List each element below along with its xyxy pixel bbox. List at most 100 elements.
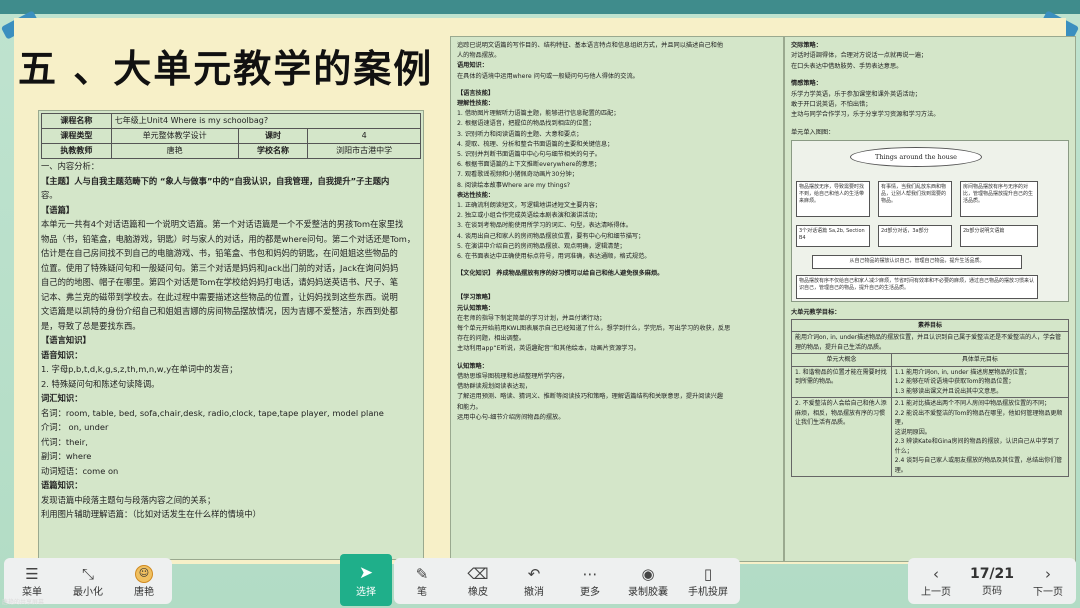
diagram-node: 物品摆放无序，导致需要时找不到，给自己和他人的生活带来麻烦。	[796, 181, 870, 218]
table-cell: 浏阳市古港中学	[307, 143, 421, 159]
table-row: 课程类型 单元整体教学设计 课时 4	[41, 128, 421, 144]
text-line: 6. 在书面表达中正确使用标点符号，用词准确，表达通顺，格式规范。	[457, 253, 651, 261]
table-cell: 课程名称	[41, 113, 112, 129]
text-line: 4. 提取、梳理、分析和整合书面语篇的主要和关键信息；	[457, 140, 614, 148]
text-line: 估计是在自己房间找不到自己的电脑游戏、书，铅笔盒、书包和妈妈的钥匙，在问姐姐这些…	[41, 248, 398, 258]
table-cell: 课程类型	[41, 128, 112, 144]
user-button[interactable]: ☺ 唐艳	[116, 558, 172, 604]
text-line: 词汇知识：	[41, 393, 83, 403]
table-cell: 单元整体教学设计	[110, 128, 239, 144]
table-cell: 七年级上Unit4 Where is my schoolbag?	[110, 113, 422, 129]
phone-cast-button[interactable]: ▯ 手机投屏	[678, 558, 738, 604]
text-line: 8. 阅读绘本故事Where are my things?	[457, 181, 571, 189]
undo-button[interactable]: ↶ 撤消	[506, 558, 562, 604]
minimize-button[interactable]: ⤡ 最小化	[60, 558, 116, 604]
text-line	[457, 279, 777, 286]
text-line: 运用中心句-细节介绍房间物品的摆放。	[457, 413, 565, 421]
prev-page-button[interactable]: ‹ 上一页	[908, 558, 964, 604]
table-cell: 课时	[237, 128, 309, 144]
text-line: 认知策略：	[457, 362, 488, 370]
text-line: 名词：room, table, bed, sofa,chair,desk, ra…	[41, 407, 384, 418]
table-cell: 学校名称	[237, 143, 309, 159]
bottom-toolbar: ☰ 菜单 ⤡ 最小化 ☺ 唐艳 ➤ 选择 ✎ 笔 ⌫ 橡皮 ↶ 撤消 ⋯ 更多	[0, 552, 1080, 608]
text-line: 【语言技能】	[457, 89, 495, 97]
strategy-text: 交际策略： 对话时语調得体，合理对方说话一点就再说一遍； 在口头表达中借助肢势、手势…	[791, 41, 1069, 138]
avatar: ☺	[135, 564, 153, 583]
text-line: 利用图片辅助理解语篇：（比如对话发生在什么样的情境中）	[41, 509, 261, 519]
table-cell: 具体单元目标	[890, 353, 1070, 367]
text-line: 乐学力学英语，乐于参加课堂和课外英语活动；	[791, 90, 921, 98]
text-line	[457, 82, 777, 89]
table-row: 课程名称 七年级上Unit4 Where is my schoolbag?	[41, 113, 422, 129]
text-line: 存在的问题，相出调整。	[457, 335, 526, 343]
table-cell: 4	[307, 128, 421, 144]
more-button[interactable]: ⋯ 更多	[562, 558, 618, 604]
goal-item: 2.2 能说出不爱整洁的Tom的物品在哪里，他如何管理物品更顺理，	[894, 409, 1063, 427]
table-cell: 素养目标	[791, 318, 1069, 333]
table-row: 素养目标	[791, 318, 1069, 333]
text-line: 1. 字母p,b,t,d,k,g,s,z,th,m,n,w,y在单词中的发音；	[41, 364, 238, 374]
eraser-tool-button[interactable]: ⌫ 橡皮	[450, 558, 506, 604]
text-line: 5. 在演讲中介绍自己的房间物品摆放、观点明确，逻辑清楚；	[457, 242, 626, 250]
record-icon: ◉	[641, 564, 655, 583]
text-line: 了解运用预测、略读、猜词义、推断等阅读技巧和策略，理解语篇结构和关联意思，提升阅…	[457, 393, 724, 401]
table-cell: 2.1 能对比描述出两个不同人房间中物品摆放位置的不同； 2.2 能说出不爱整洁…	[890, 397, 1070, 478]
text-line	[791, 72, 1069, 79]
goal-item: 2.3 辨读Kate和Gina房间的物品的摆放，认识自己从中学到了什么；	[894, 438, 1060, 455]
text-line: 在口头表达中借助肢势、手势表达意思。	[791, 62, 903, 70]
undo-icon: ↶	[527, 564, 541, 583]
unit-concept-diagram: Things around the house 物品摆放无序，导致需要时找不到，…	[791, 140, 1069, 303]
pen-tool-button[interactable]: ✎ 笔	[394, 558, 450, 604]
page-indicator[interactable]: 17/21 页码	[964, 558, 1020, 604]
text-line: 借助思维导图梳理和总结整理所学内容，	[457, 372, 569, 380]
text-line: 和能力。	[457, 403, 482, 411]
text-line: 2. 特殊疑问句和陈述句读降调。	[41, 378, 160, 389]
language-skills-text: 追踪已说明文语篇的写作目的、结构特征、基本语言特点和信息组织方式，并且同以描述自…	[457, 41, 777, 423]
text-line: 【主题】人与自我主题范畴下的 “象人与做事”中的“自我认识，自我管理，自我提升”…	[41, 175, 390, 186]
text-line: 6. 根据书面语篇的上下文推断everywhere的意思；	[457, 161, 601, 169]
chevron-left-icon: ‹	[933, 564, 939, 583]
eraser-icon: ⌫	[467, 564, 489, 583]
text-line: 动词短语：come on	[41, 465, 119, 476]
text-line: 位置。使用了特殊疑问句和一般疑问句。第三个对话是妈妈和Jack出门前的对话，Ja…	[41, 262, 399, 273]
diagram-node: 2d部分对话，3a部分	[878, 225, 952, 248]
text-line: 对话时语調得体，合理对方说话一点就再说一遍；	[791, 52, 928, 60]
text-line: 一、内容分析：	[41, 161, 100, 171]
chevron-right-icon: ›	[1045, 564, 1051, 583]
content-analysis-text: 一、内容分析： 【主题】人与自我主题范畴下的 “象人与做事”中的“自我认识，自我管…	[41, 159, 421, 522]
text-line	[457, 286, 777, 293]
record-capsule-button[interactable]: ◉ 录制胶囊	[618, 558, 678, 604]
more-icon: ⋯	[582, 564, 598, 583]
text-line: 文语篇是以凯特的身份介绍自己和姐姐吉娜的房间物品摆放情况，因为吉娜不爱整洁，东西…	[41, 306, 398, 316]
text-line: 3. 在谈到考物品时能使用所学习的词汇、句型，表达清晰得体。	[457, 222, 632, 230]
text-line: 3. 识别听力和阅读语篇的主题、大意和要点；	[457, 130, 583, 138]
text-line: 物品（书，铅笔盒，电脑游戏，钥匙）时与家人的对话，用的都是where问句。第二个…	[41, 233, 416, 244]
text-line: 本单元一共有4个对话语篇和一个说明文语篇。第一个对话语篇是一个不爱整洁的男孩To…	[41, 219, 404, 229]
text-line: 4. 谈用出自己和家人的房间物品摆放位置，要有中心句和细节描写；	[457, 232, 645, 240]
lesson-plan-document-middle: 追踪已说明文语篇的写作目的、结构特征、基本语言特点和信息组织方式，并且同以描述自…	[450, 36, 784, 562]
goal-item: 1.3 能够读出课文并且说出其中文意思。	[894, 387, 1003, 395]
table-row: 能用介词on, in, under描述物品的摆放位置，并且认识到自己属于爱整洁还…	[791, 331, 1069, 355]
text-line: 【语言知识】	[41, 335, 91, 345]
text-line: 敢于开口说英语，不怕出错；	[791, 101, 872, 109]
goal-item: 2.4 谈到与自己家人或朋友摆放的物品及其位置，总结出你们管理。	[894, 457, 1063, 474]
page-number: 17/21	[969, 565, 1015, 582]
goal-item: 2.1 能对比描述出两个不同人房间中物品摆放位置的不同；	[894, 400, 1051, 408]
text-line: 每个单元开始前用KWL图表展示自己已经知道了什么，想学到什么，学完后，写出学习的…	[457, 325, 731, 333]
text-line: 表达性技能：	[457, 191, 495, 199]
text-line: 元认知策略：	[457, 304, 495, 312]
text-line: 在具体的语境中运用where 问句或一般疑问句与他人得体的交流。	[457, 72, 639, 80]
text-line: 追踪已说明文语篇的写作目的、结构特征、基本语言特点和信息组织方式，并且同以描述自…	[457, 42, 724, 49]
table-row: 执教教师 唐艳 学校名称 浏阳市古港中学	[41, 143, 421, 159]
text-line: 语篇知识：	[41, 480, 83, 490]
text-line: 发现语篇中段落主题句与段落内容之间的关系；	[41, 494, 216, 505]
text-line: 副词：where	[41, 451, 92, 461]
menu-icon: ☰	[25, 564, 39, 583]
lesson-plan-document-left: 课程名称 七年级上Unit4 Where is my schoolbag? 课程…	[38, 110, 424, 560]
text-line: 7. 观看歌谣视频和小猪佩奇动画片30分钟；	[457, 171, 578, 179]
select-tool-button[interactable]: ➤ 选择	[340, 554, 392, 606]
course-info-table: 课程名称 七年级上Unit4 Where is my schoolbag? 课程…	[41, 113, 422, 159]
next-page-button[interactable]: › 下一页	[1020, 558, 1076, 604]
text-line: 2. 独立或小组合作完成英语绘本剧表演和演讲活动；	[457, 212, 601, 220]
diagram-center-node: Things around the house	[850, 147, 982, 168]
